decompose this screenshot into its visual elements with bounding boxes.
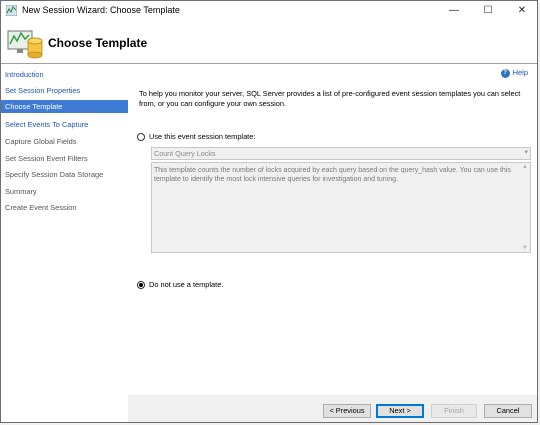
close-button[interactable]: ✕ (505, 1, 537, 21)
help-link[interactable]: ? Help (500, 68, 528, 78)
no-template-option[interactable]: Do not use a template. (137, 280, 223, 289)
nav-item-select-events[interactable]: Select Events To Capture (1, 118, 128, 131)
wizard-window: New Session Wizard: Choose Template — ☐ … (0, 0, 538, 423)
nav-item-capture-global-fields: Capture Global Fields (5, 137, 77, 146)
description-scrollbar: ▲ ▼ (520, 163, 530, 252)
previous-button[interactable]: < Previous (323, 404, 371, 418)
no-template-label[interactable]: Do not use a template. (149, 280, 223, 289)
page-title: Choose Template (48, 36, 148, 50)
minimize-button[interactable]: — (437, 1, 471, 21)
scroll-down-icon: ▼ (522, 245, 528, 251)
template-dropdown: Count Query Locks ▾ (151, 147, 531, 160)
window-title: New Session Wizard: Choose Template (22, 5, 180, 15)
chevron-down-icon: ▾ (524, 149, 528, 156)
template-description-box: This template counts the number of locks… (151, 162, 531, 253)
template-description: This template counts the number of locks… (154, 167, 511, 183)
maximize-button[interactable]: ☐ (471, 1, 505, 21)
use-template-radio[interactable] (137, 133, 145, 141)
nav-item-introduction[interactable]: Introduction (1, 68, 128, 81)
wizard-sidebar: Introduction Set Session Properties Choo… (1, 64, 128, 422)
help-label[interactable]: Help (513, 68, 528, 77)
help-icon: ? (500, 68, 510, 78)
intro-text: To help you monitor your server, SQL Ser… (139, 89, 521, 108)
nav-item-set-session-properties[interactable]: Set Session Properties (1, 84, 128, 97)
nav-item-specify-data-storage: Specify Session Data Storage (5, 170, 104, 179)
use-template-option[interactable]: Use this event session template: (137, 132, 255, 141)
wizard-content: ? Help To help you monitor your server, S… (128, 64, 537, 395)
app-icon (6, 5, 17, 16)
finish-button: Finish (431, 404, 477, 418)
nav-item-create-event-session: Create Event Session (5, 203, 77, 212)
nav-item-summary: Summary (5, 187, 37, 196)
scroll-up-icon: ▲ (522, 164, 528, 170)
title-bar[interactable]: New Session Wizard: Choose Template — ☐ … (1, 1, 537, 21)
cancel-button[interactable]: Cancel (484, 404, 532, 418)
next-button[interactable]: Next > (376, 404, 424, 418)
session-wizard-icon (7, 30, 43, 59)
nav-item-set-session-event-filters: Set Session Event Filters (5, 154, 88, 163)
template-dropdown-value: Count Query Locks (154, 149, 216, 158)
no-template-radio[interactable] (137, 281, 145, 289)
nav-item-choose-template[interactable]: Choose Template (1, 100, 128, 113)
use-template-label[interactable]: Use this event session template: (149, 132, 255, 141)
wizard-header: Choose Template (1, 21, 537, 64)
